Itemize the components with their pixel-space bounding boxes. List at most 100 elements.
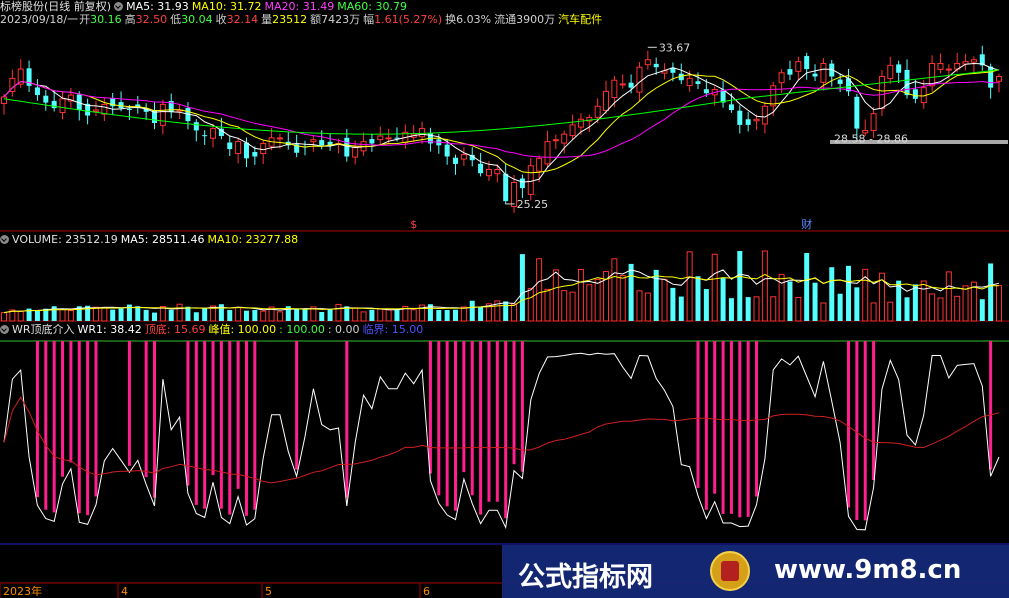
candle-down bbox=[453, 157, 459, 164]
low-label: 低 bbox=[170, 13, 182, 26]
candle-down bbox=[837, 79, 843, 84]
volume-bar-down bbox=[787, 281, 793, 321]
volume-bar-up bbox=[276, 311, 283, 322]
candle-up bbox=[352, 146, 359, 158]
volume-bar-up bbox=[611, 258, 618, 322]
candle-up bbox=[761, 105, 768, 125]
candle-down bbox=[745, 119, 751, 125]
wr-signal-bar bbox=[253, 341, 257, 510]
volume-bar-up bbox=[937, 297, 944, 322]
volume-bar-up bbox=[954, 295, 961, 322]
volume-bar-up bbox=[962, 285, 969, 322]
candle-up bbox=[619, 83, 626, 86]
candle-up bbox=[929, 62, 936, 87]
open-value: 30.16 bbox=[90, 13, 122, 26]
ma5-label: MA5: 31.93 bbox=[126, 0, 189, 13]
candle-down bbox=[854, 96, 860, 129]
volume-bar-down bbox=[185, 306, 191, 321]
wr-signal-bar bbox=[295, 341, 299, 470]
volume-bar-up bbox=[795, 296, 802, 322]
wr-signal-bar bbox=[713, 341, 717, 494]
candle-up bbox=[945, 68, 952, 71]
candle-up bbox=[603, 90, 610, 112]
ma60-label: MA60: 30.79 bbox=[337, 0, 407, 13]
candle-up bbox=[820, 62, 827, 83]
volume-bar-down bbox=[478, 307, 484, 321]
wr-signal-bar bbox=[696, 341, 700, 488]
candle-up bbox=[159, 103, 166, 126]
volume-bar-up bbox=[460, 306, 467, 322]
volume-bar-down bbox=[302, 309, 308, 321]
wr-signal-bar bbox=[77, 341, 81, 514]
quote-header: 2023/09/18/一开30.16 高32.50 低30.04 收32.14 量235… bbox=[0, 13, 605, 27]
volume-bar-down bbox=[695, 276, 701, 321]
volume-bar-up bbox=[586, 284, 593, 322]
volume-bar-down bbox=[243, 310, 249, 321]
candle-up bbox=[385, 137, 392, 140]
volume-bar-up bbox=[17, 310, 24, 322]
high-value: 32.50 bbox=[135, 13, 168, 26]
candle-up bbox=[795, 61, 802, 72]
time-label: 2023年 bbox=[3, 584, 42, 598]
volume-title[interactable]: VOLUME: 23512.19 bbox=[12, 233, 118, 246]
watermark-left: 公式指标网 bbox=[518, 562, 653, 593]
wr-dropdown-icon[interactable] bbox=[0, 325, 9, 334]
volume-bar-up bbox=[235, 307, 242, 322]
stock-title[interactable]: 标榜股份(日线 前复权) bbox=[0, 0, 111, 13]
wr-signal-bar bbox=[228, 341, 232, 515]
candle-down bbox=[252, 152, 258, 157]
candle-down bbox=[344, 137, 350, 157]
candle-up bbox=[552, 139, 559, 142]
stock-chart[interactable]: 2023年 4 5 6 33.67 25.25 28.58 - 28.86 $ 财 bbox=[0, 0, 1009, 598]
candle-down bbox=[804, 56, 810, 70]
wr-bottom-label: 顶底: 15.69 bbox=[144, 323, 206, 336]
volume-bar-down bbox=[845, 265, 851, 321]
volume-bar-up bbox=[887, 301, 894, 322]
volume-bar-up bbox=[761, 250, 768, 322]
volume-bar-down bbox=[168, 309, 174, 321]
wr-signal-bar bbox=[144, 341, 148, 478]
dropdown-icon[interactable] bbox=[114, 2, 124, 11]
candle-up bbox=[494, 169, 501, 175]
wr-signal-bar bbox=[470, 341, 474, 496]
wr-signal-bar bbox=[211, 341, 215, 476]
volume-bar-down bbox=[804, 252, 810, 321]
volume-bar-down bbox=[394, 308, 400, 321]
candle-up bbox=[544, 141, 551, 165]
time-label: 6 bbox=[423, 585, 430, 598]
candle-up bbox=[887, 64, 894, 80]
wr-signal-bar bbox=[454, 341, 458, 511]
volume-bar-down bbox=[34, 310, 40, 321]
candle-down bbox=[43, 95, 49, 103]
volume-header: VOLUME: 23512.19 MA5: 28511.46 MA10: 23277… bbox=[0, 233, 301, 247]
sector-label[interactable]: 汽车配件 bbox=[558, 13, 602, 26]
candle-up bbox=[59, 98, 66, 113]
volume-bar-down bbox=[653, 269, 659, 321]
volume-bar-up bbox=[176, 303, 183, 322]
wr-signal-bar bbox=[855, 341, 859, 521]
wr-title[interactable]: WR顶底介入 bbox=[12, 323, 75, 336]
candle-up bbox=[870, 113, 877, 131]
volume-bar-up bbox=[335, 303, 342, 322]
volume-bar-up bbox=[59, 309, 66, 322]
wr-signal-bar bbox=[721, 341, 725, 514]
wr-signal-bar bbox=[219, 341, 223, 509]
volume-bar-down bbox=[444, 309, 450, 321]
volume-bar-up bbox=[594, 279, 601, 322]
volume-bar-down bbox=[469, 300, 475, 321]
volume-dropdown-icon[interactable] bbox=[0, 235, 9, 244]
candle-down bbox=[728, 104, 734, 110]
change-label: 幅 bbox=[363, 13, 375, 26]
volume-ma10: MA10: 23277.88 bbox=[207, 233, 299, 246]
volume-bar-down bbox=[904, 297, 910, 321]
volume-bar-down bbox=[227, 310, 233, 321]
candle-up bbox=[235, 141, 242, 154]
candle-up bbox=[594, 105, 601, 118]
wr-critical-label: 临界: 15.00 bbox=[362, 323, 424, 336]
volume-bar-up bbox=[870, 302, 877, 322]
volume-bar-down bbox=[670, 287, 676, 321]
candle-down bbox=[519, 178, 525, 189]
volume-bar-up bbox=[711, 253, 718, 322]
candle-up bbox=[970, 59, 977, 63]
volume-bar-up bbox=[820, 302, 827, 322]
